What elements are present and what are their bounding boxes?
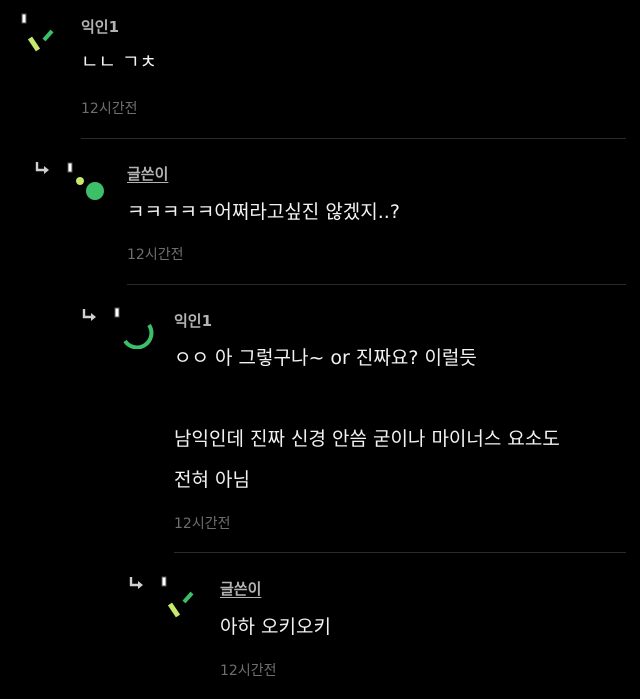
comment-timestamp: 12시간전 [220, 663, 277, 679]
comment-author[interactable]: 글쓴이 [220, 578, 261, 599]
comment-divider [174, 552, 626, 553]
comment-divider [81, 138, 626, 139]
avatar[interactable] [64, 160, 108, 204]
comment-timestamp: 12시간전 [81, 101, 138, 117]
comment-body-line: 남익인데 진짜 신경 안씀 굳이나 마이너스 요소도 [174, 428, 560, 450]
comment-body-line: ㅇㅇ 아 그렇구나~ or 진짜요? 이럴듯 [174, 347, 477, 369]
comment-author[interactable]: 글쓴이 [127, 163, 168, 184]
reply-arrow-icon [81, 309, 97, 323]
comment-body: ㄴㄴ ㄱㅊ [81, 51, 157, 73]
comment-divider [127, 284, 626, 285]
comment-author[interactable]: 익인1 [81, 16, 119, 37]
avatar[interactable] [111, 305, 155, 349]
avatar[interactable] [16, 12, 60, 56]
comment-body: ㅋㅋㅋㅋㅋ어쩌라고싶진 않겠지..? [127, 201, 400, 223]
avatar[interactable] [158, 574, 202, 618]
slash-shapes-avatar-icon [21, 13, 54, 52]
comment-timestamp: 12시간전 [174, 516, 231, 532]
dots-avatar-icon [67, 162, 104, 200]
reply-arrow-icon [128, 577, 144, 591]
comment-body: 아하 오키오키 [220, 616, 331, 638]
reply-arrow-icon [34, 162, 50, 176]
comment-author[interactable]: 익인1 [174, 310, 212, 331]
comment-timestamp: 12시간전 [127, 247, 184, 263]
slash-shapes-avatar-icon [161, 576, 194, 618]
arc-avatar-icon [114, 307, 154, 349]
comment: 익인1 ㄴㄴ ㄱㅊ 12시간전 [0, 0, 640, 140]
comment-body-line: 전혀 아님 [174, 469, 250, 491]
